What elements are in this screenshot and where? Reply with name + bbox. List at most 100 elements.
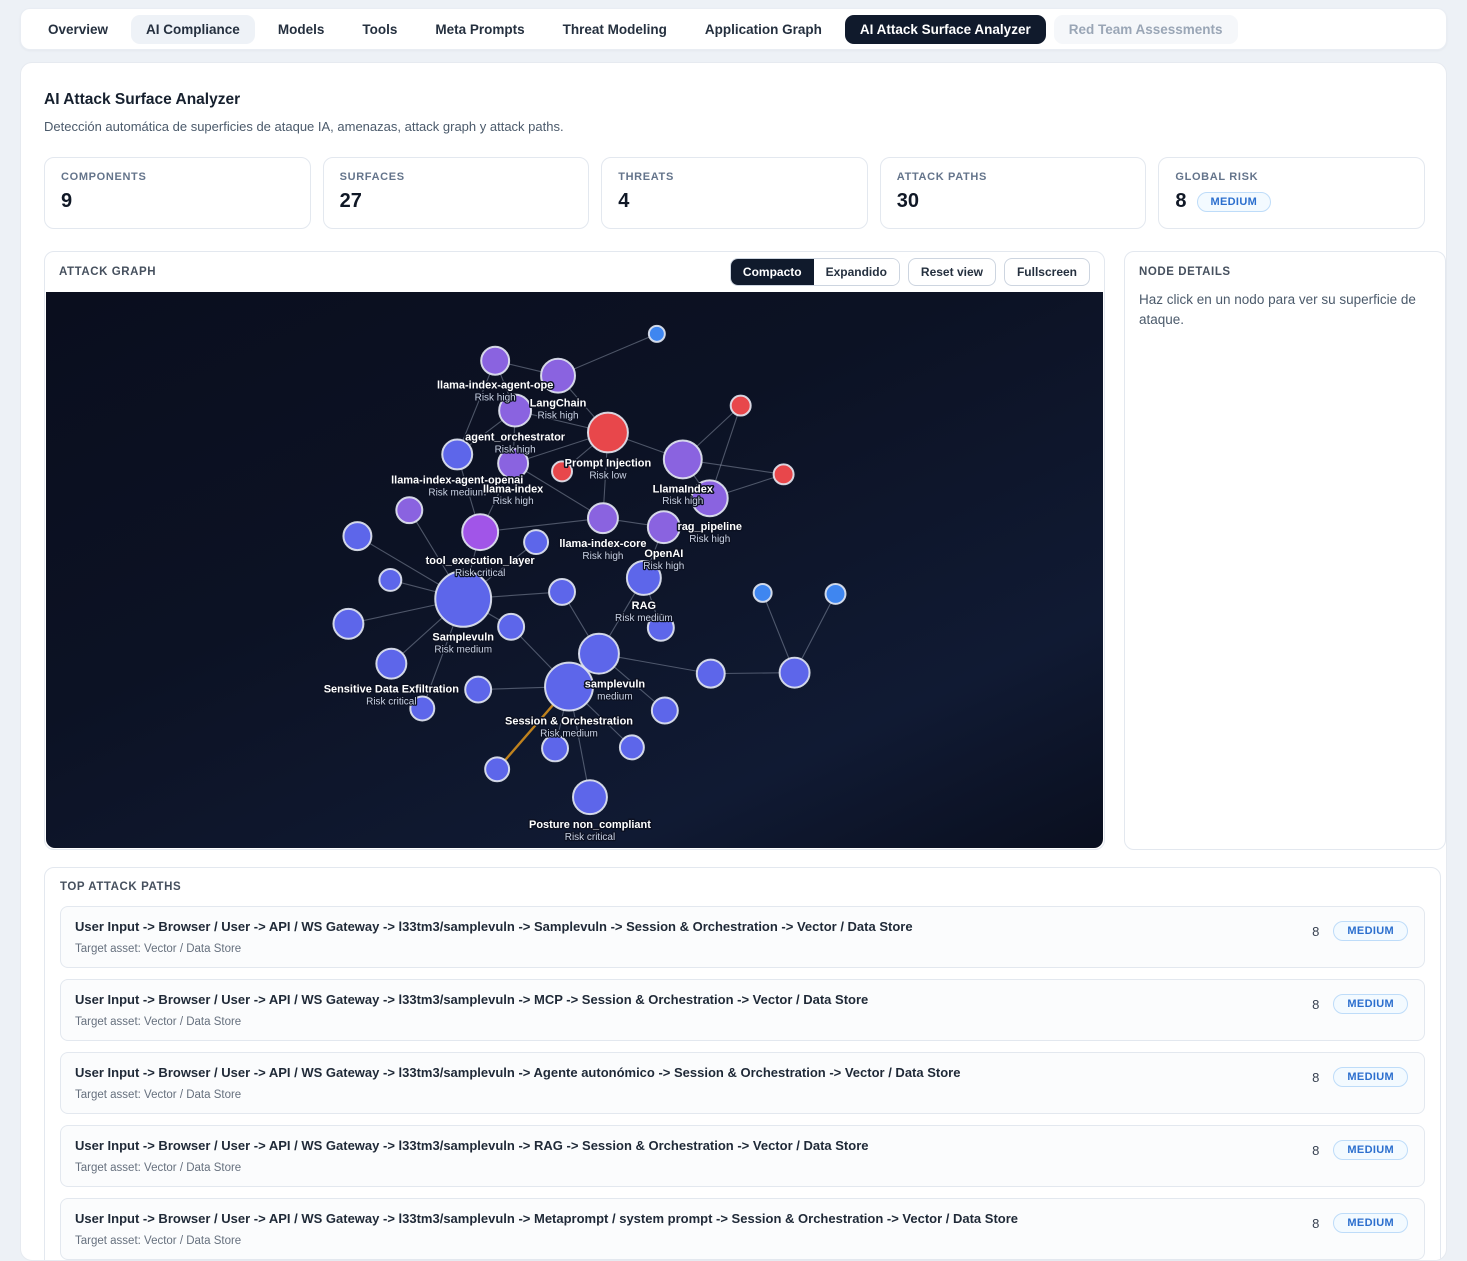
graph-node-risk: Risk high (689, 534, 730, 545)
attack-path-text: User Input -> Browser / User -> API / WS… (75, 992, 1312, 1007)
graph-node[interactable] (774, 464, 794, 484)
graph-node-llama-index-agent-ope[interactable] (481, 347, 509, 375)
graph-node[interactable] (754, 584, 772, 602)
attack-path-score: 8 (1312, 1143, 1319, 1158)
graph-node-label: llama-index (483, 483, 544, 495)
graph-node-label: agent_orchestrator (465, 431, 566, 443)
attack-path-target: Target asset: Vector / Data Store (75, 1235, 1312, 1247)
stat-card-threats: THREATS 4 (601, 157, 868, 229)
nav-item-models[interactable]: Models (263, 15, 340, 44)
main-panel: AI Attack Surface Analyzer Detección aut… (20, 62, 1447, 1261)
graph-node-llamaindex[interactable] (664, 440, 702, 478)
graph-node[interactable] (379, 569, 401, 591)
reset-view-button[interactable]: Reset view (908, 258, 996, 286)
graph-node-posture-non-compliant[interactable] (573, 780, 607, 814)
graph-node-prompt-injection[interactable] (588, 413, 628, 453)
stat-value: 4 (618, 190, 629, 213)
stat-label: COMPONENTS (61, 171, 294, 183)
severity-badge: MEDIUM (1333, 994, 1408, 1014)
severity-badge: MEDIUM (1333, 1213, 1408, 1233)
attack-graph-header: ATTACK GRAPH Compacto Expandido Reset vi… (45, 252, 1104, 292)
graph-node[interactable] (826, 584, 846, 604)
attack-path-text: User Input -> Browser / User -> API / WS… (75, 1065, 1312, 1080)
graph-node[interactable] (485, 757, 509, 781)
stat-card-surfaces: SURFACES 27 (323, 157, 590, 229)
stat-card-components: COMPONENTS9 (44, 157, 311, 229)
nav-item-threat-modeling[interactable]: Threat Modeling (548, 15, 682, 44)
graph-node[interactable] (549, 579, 575, 605)
graph-node[interactable] (465, 677, 491, 703)
graph-node-label: samplevuln (585, 679, 646, 691)
graph-node-label: RAG (632, 600, 656, 612)
graph-node-llama-index-agent-openai[interactable] (442, 439, 472, 469)
nav-item-red-team-assessments[interactable]: Red Team Assessments (1054, 15, 1238, 44)
node-details-placeholder: Haz click en un nodo para ver su superfi… (1139, 290, 1431, 331)
graph-node-risk: Risk high (643, 561, 684, 572)
graph-node[interactable] (498, 614, 524, 640)
attack-path-score: 8 (1312, 997, 1319, 1012)
top-attack-paths-title: TOP ATTACK PATHS (60, 881, 1425, 893)
stat-label: ATTACK PATHS (897, 171, 1130, 183)
attack-graph-canvas[interactable]: llama-index-agent-opeRisk highLangChainR… (46, 292, 1103, 848)
compact-view-button[interactable]: Compacto (731, 259, 814, 285)
attack-path-target: Target asset: Vector / Data Store (75, 1162, 1312, 1174)
attack-path-row-1: User Input -> Browser / User -> API / WS… (60, 906, 1425, 968)
graph-node[interactable] (396, 497, 422, 523)
nav-item-overview[interactable]: Overview (33, 15, 123, 44)
graph-node[interactable] (731, 396, 751, 416)
graph-node-llama-index-core[interactable] (588, 503, 618, 533)
graph-node[interactable] (524, 530, 548, 554)
graph-node-samplevuln[interactable] (579, 634, 619, 674)
graph-node[interactable] (620, 735, 644, 759)
stat-label: GLOBAL RISK (1175, 171, 1408, 183)
stat-label: SURFACES (340, 171, 573, 183)
graph-node-label: rag_pipeline (677, 521, 742, 533)
attack-path-text: User Input -> Browser / User -> API / WS… (75, 919, 1312, 934)
graph-node-openai[interactable] (648, 511, 680, 543)
graph-node-risk: Risk high (495, 444, 536, 455)
node-details-title: NODE DETAILS (1139, 266, 1431, 278)
graph-node[interactable] (343, 522, 371, 550)
graph-node-sensitive-data-exfiltration[interactable] (376, 649, 406, 679)
graph-node[interactable] (697, 660, 725, 688)
top-nav: Overview AI Compliance ModelsTools Meta Pro… (20, 8, 1447, 50)
graph-node-risk: Risk medium (428, 487, 486, 498)
graph-node[interactable] (652, 698, 678, 724)
graph-node-label: LlamaIndex (653, 483, 714, 495)
nav-item-tools[interactable]: Tools (347, 15, 412, 44)
graph-node-samplevuln[interactable] (435, 571, 491, 627)
graph-node-risk: Risk critical (455, 568, 505, 579)
attack-graph-title: ATTACK GRAPH (59, 266, 156, 278)
attack-path-row-5: User Input -> Browser / User -> API / WS… (60, 1198, 1425, 1260)
graph-node[interactable] (780, 658, 810, 688)
graph-node-tool-execution-layer[interactable] (462, 514, 498, 550)
risk-badge: MEDIUM (1197, 192, 1272, 212)
top-attack-paths-panel: TOP ATTACK PATHS User Input -> Browser /… (44, 867, 1441, 1261)
severity-badge: MEDIUM (1333, 1067, 1408, 1087)
attack-path-target: Target asset: Vector / Data Store (75, 943, 1312, 955)
severity-badge: MEDIUM (1333, 1140, 1408, 1160)
nav-item-meta-prompts[interactable]: Meta Prompts (420, 15, 539, 44)
page-title: AI Attack Surface Analyzer (44, 91, 240, 109)
nav-item-application-graph[interactable]: Application Graph (690, 15, 837, 44)
graph-node-risk: Risk critical (565, 832, 615, 843)
stat-card-global-risk: GLOBAL RISK8MEDIUM (1158, 157, 1425, 229)
fullscreen-button[interactable]: Fullscreen (1004, 258, 1090, 286)
graph-node-label: llama-index-core (559, 538, 646, 550)
attack-path-row-2: User Input -> Browser / User -> API / WS… (60, 979, 1425, 1041)
graph-node-risk: Risk critical (366, 697, 416, 708)
stat-card-attack-paths: ATTACK PATHS30 (880, 157, 1147, 229)
expanded-view-button[interactable]: Expandido (814, 259, 899, 285)
graph-node-risk: Risk low (589, 470, 627, 481)
nav-item-ai-compliance[interactable]: AI Compliance (131, 15, 255, 44)
attack-path-score: 8 (1312, 1070, 1319, 1085)
attack-path-target: Target asset: Vector / Data Store (75, 1016, 1312, 1028)
stat-value: 27 (340, 190, 362, 213)
graph-node[interactable] (333, 609, 363, 639)
nav-item-ai-attack-surface-analyzer[interactable]: AI Attack Surface Analyzer (845, 15, 1046, 44)
stat-label: THREATS (618, 171, 851, 183)
graph-node-risk: Risk high (662, 496, 703, 507)
graph-node-label: Prompt Injection (565, 457, 652, 469)
graph-node-label: OpenAI (644, 548, 683, 560)
graph-node[interactable] (649, 326, 665, 342)
